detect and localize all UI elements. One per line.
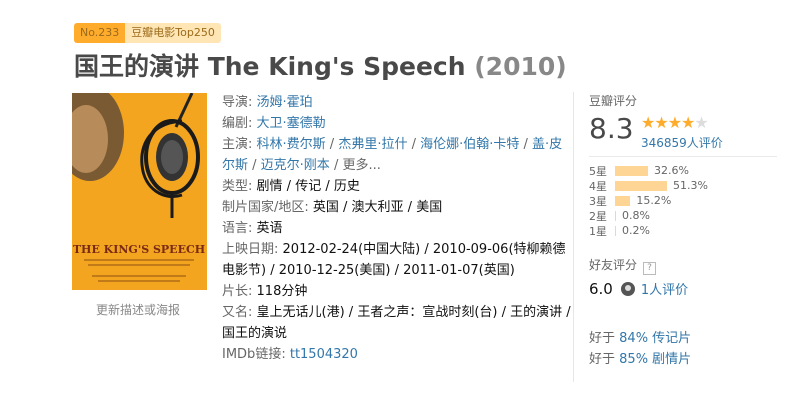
imdb-label: IMDb链接 [222, 347, 282, 362]
friends-rating-count-link[interactable]: 1人评价 [641, 279, 688, 298]
release-date: 2011-01-07(英国) [403, 263, 515, 278]
country-label: 制片国家/地区 [222, 200, 305, 215]
writer-link[interactable]: 大卫·塞德勒 [257, 116, 326, 131]
cast-link[interactable]: 迈克尔·刚本 [261, 158, 330, 173]
poster-title-text: THE KING'S SPEECH [73, 243, 205, 256]
better-than-prefix: 好于 [589, 331, 616, 346]
friends-rating-title: 好友评分 [589, 258, 638, 272]
cast-link[interactable]: 海伦娜·伯翰·卡特 [420, 137, 519, 152]
language-row: 语言: 英语 [222, 221, 283, 236]
writer-row: 编剧: 大卫·塞德勒 [222, 116, 326, 131]
star-level-label: 5星 [589, 164, 607, 178]
cast-link[interactable]: 杰弗里·拉什 [338, 137, 407, 152]
rating-distribution-row: 3星 15.2% [589, 193, 789, 208]
rating-percent: 51.3% [673, 179, 708, 192]
imdb-link[interactable]: tt1504320 [290, 347, 358, 362]
rating-distribution-row: 5星 32.6% [589, 163, 789, 178]
country-row: 制片国家/地区: 英国 / 澳大利亚 / 美国 [222, 200, 443, 215]
movie-title: 国王的演讲 The King's Speech [74, 52, 466, 81]
rating-label: 豆瓣评分 [589, 94, 638, 108]
update-poster-link[interactable]: 更新描述或海报 [96, 301, 180, 318]
rating-bar [615, 165, 649, 176]
rating-distribution-row: 4星 51.3% [589, 178, 789, 193]
director-row: 导演: 汤姆·霍珀 [222, 95, 313, 110]
runtime-label: 片长 [222, 284, 249, 299]
better-than-link[interactable]: 84% 传记片 [619, 331, 691, 346]
imdb-row: IMDb链接: tt1504320 [222, 347, 358, 362]
language-label: 语言 [222, 221, 249, 236]
cast-label: 主演 [222, 137, 249, 152]
star-full-icon: ★ [654, 113, 668, 132]
rating-count-link[interactable]: 346859人评价 [641, 134, 723, 151]
rating-bar [615, 180, 667, 191]
genre-value: 传记 [295, 179, 322, 194]
star-level-label: 4星 [589, 179, 607, 193]
cast-row: 主演: 科林·费尔斯 / 杰弗里·拉什 / 海伦娜·伯翰·卡特 / 盖·皮尔斯 … [222, 137, 563, 173]
rating-distribution-row: 1星 0.2% [589, 223, 789, 238]
director-label: 导演 [222, 95, 249, 110]
writer-label: 编剧 [222, 116, 249, 131]
language-value: 英语 [256, 221, 283, 236]
rating-bar [615, 195, 631, 206]
rating-divider [589, 156, 777, 157]
runtime-value: 118分钟 [256, 284, 308, 299]
star-level-label: 3星 [589, 194, 607, 208]
movie-info: 导演: 汤姆·霍珀 编剧: 大卫·塞德勒 主演: 科林·费尔斯 / 杰弗里·拉什… [222, 92, 572, 365]
star-full-icon: ★ [667, 113, 682, 132]
cast-link[interactable]: 科林·费尔斯 [257, 137, 326, 152]
friends-rating-label: 好友评分? [589, 256, 657, 275]
page-title: 国王的演讲 The King's Speech (2010) [74, 47, 567, 83]
aka-label: 又名 [222, 305, 249, 320]
genre-value: 剧情 [256, 179, 283, 194]
release-date: 2010-12-25(美国) [278, 263, 391, 278]
star-empty-icon: ★ [694, 113, 708, 132]
runtime-row: 片长: 118分钟 [222, 284, 308, 299]
release-label: 上映日期 [222, 242, 275, 257]
better-than-row: 好于 85% 剧情片 [589, 348, 691, 367]
star-full-icon: ★ [641, 113, 655, 132]
top250-rank: No.233 [74, 23, 126, 43]
rating-percent: 0.8% [622, 209, 650, 222]
movie-year: (2010) [474, 52, 567, 81]
star-level-label: 2星 [589, 209, 607, 223]
movie-poster[interactable]: THE KING'S SPEECH [72, 93, 207, 290]
rating-percent: 32.6% [654, 164, 689, 177]
better-than-row: 好于 84% 传记片 [589, 327, 691, 346]
top250-list-name: 豆瓣电影Top250 [125, 23, 221, 43]
top250-badge[interactable]: No.233 豆瓣电影Top250 [74, 23, 221, 43]
friends-rating-row: 6.0 1人评价 [589, 279, 688, 299]
rating-percent: 15.2% [636, 194, 672, 207]
release-row: 上映日期: 2012-02-24(中国大陆) / 2010-09-06(特柳赖德… [222, 242, 566, 278]
genre-value: 历史 [333, 179, 360, 194]
country-value: 英国 / 澳大利亚 / 美国 [312, 200, 443, 215]
genre-row: 类型: 剧情 / 传记 / 历史 [222, 179, 360, 194]
help-icon[interactable]: ? [643, 262, 657, 275]
aka-value: 皇上无话儿(港) / 王者之声：宣战时刻(台) / 王的演讲 / 国王的演说 [222, 305, 571, 341]
rating-distribution-row: 2星 0.8% [589, 208, 789, 223]
avatar[interactable] [620, 281, 635, 296]
rating-stars: ★★★★★ [641, 113, 709, 132]
poster-image: THE KING'S SPEECH [72, 93, 207, 290]
aka-row: 又名: 皇上无话儿(港) / 王者之声：宣战时刻(台) / 王的演讲 / 国王的… [222, 305, 571, 341]
star-level-label: 1星 [589, 224, 607, 238]
rating-bar [615, 210, 616, 221]
rating-distribution: 5星 32.6% 4星 51.3% 3星 15.2% 2星 0.8% 1星 0.… [589, 163, 789, 238]
rating-percent: 0.2% [622, 224, 650, 237]
better-than-link[interactable]: 85% 剧情片 [619, 352, 691, 367]
friends-rating-score: 6.0 [589, 279, 613, 298]
genre-label: 类型 [222, 179, 249, 194]
section-divider [573, 92, 574, 382]
better-than-prefix: 好于 [589, 352, 616, 367]
director-link[interactable]: 汤姆·霍珀 [257, 95, 313, 110]
rating-bar [615, 225, 616, 236]
release-date: 2012-02-24(中国大陆) [282, 242, 421, 257]
cast-more-link[interactable]: 更多... [342, 158, 380, 173]
star-full-icon: ★ [681, 113, 695, 132]
rating-score: 8.3 [589, 112, 634, 145]
